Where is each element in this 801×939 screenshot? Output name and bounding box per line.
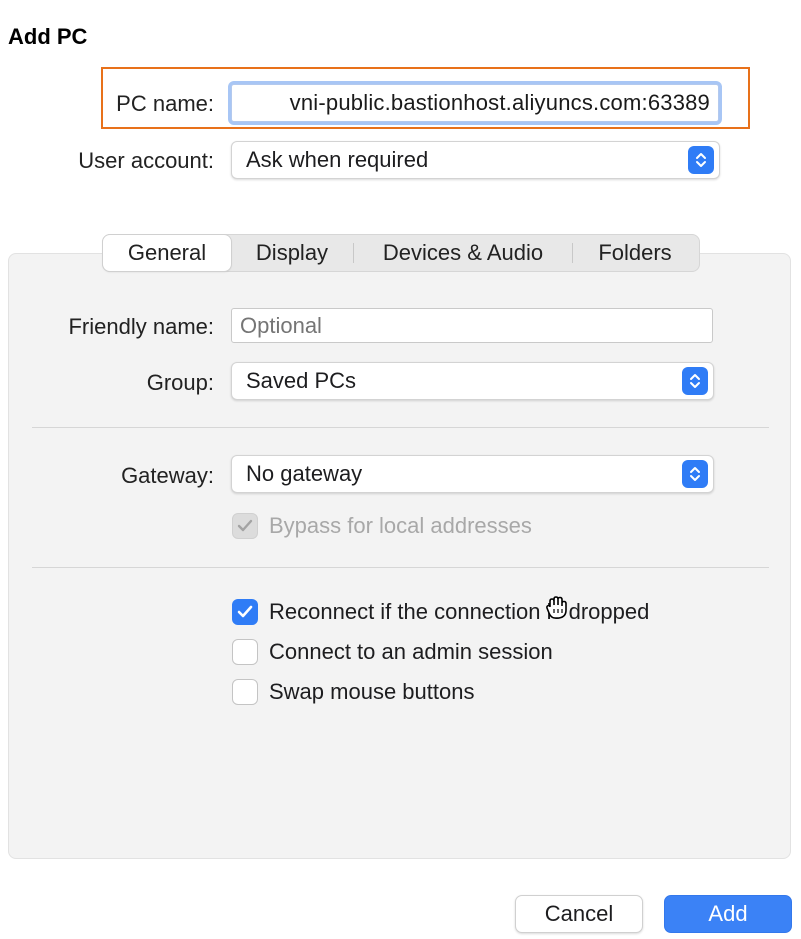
checkmark-icon (237, 519, 253, 532)
swap-mouse-label: Swap mouse buttons (269, 679, 475, 704)
group-select[interactable]: Saved PCs (231, 362, 714, 400)
swap-mouse-checkbox-row: Swap mouse buttons (232, 679, 474, 705)
reconnect-label: Reconnect if the connection is dropped (269, 599, 650, 624)
section-divider (32, 427, 769, 428)
bypass-label: Bypass for local addresses (269, 513, 532, 538)
friendly-name-field[interactable] (231, 308, 713, 343)
dialog-title: Add PC (8, 24, 88, 49)
tab-general[interactable]: General (103, 235, 231, 271)
gateway-value: No gateway (246, 461, 363, 486)
reconnect-checkbox-row: Reconnect if the connection is dropped (232, 599, 649, 625)
gateway-select[interactable]: No gateway (231, 455, 714, 493)
admin-session-label: Connect to an admin session (269, 639, 553, 664)
hand-cursor-icon (546, 596, 567, 619)
section-divider (32, 567, 769, 568)
user-account-select[interactable]: Ask when required (231, 141, 720, 179)
chevron-updown-icon (682, 367, 708, 395)
settings-pane (8, 253, 791, 859)
swap-mouse-checkbox[interactable] (232, 679, 258, 705)
chevron-updown-icon (688, 146, 714, 174)
user-account-label: User account: (78, 148, 214, 173)
pc-name-label: PC name: (116, 91, 214, 116)
pc-name-field[interactable]: vni-public.bastionhost.aliyuncs.com:6338… (231, 84, 719, 122)
tab-bar: General Display Devices & Audio Folders (102, 234, 700, 272)
checkmark-icon (237, 605, 253, 618)
group-value: Saved PCs (246, 368, 357, 393)
admin-session-checkbox-row: Connect to an admin session (232, 639, 553, 665)
tab-display[interactable]: Display (231, 235, 353, 271)
friendly-name-label: Friendly name: (68, 314, 214, 339)
user-account-value: Ask when required (246, 147, 429, 172)
bypass-checkbox[interactable] (232, 513, 258, 539)
tab-devices-audio[interactable]: Devices & Audio (354, 235, 572, 271)
gateway-label: Gateway: (121, 463, 214, 488)
add-button[interactable]: Add (664, 895, 792, 933)
group-label: Group: (146, 370, 214, 395)
tab-folders[interactable]: Folders (573, 235, 697, 271)
pc-name-value: vni-public.bastionhost.aliyuncs.com:6338… (289, 90, 710, 115)
admin-session-checkbox[interactable] (232, 639, 258, 665)
cancel-button[interactable]: Cancel (515, 895, 643, 933)
reconnect-checkbox[interactable] (232, 599, 258, 625)
chevron-updown-icon (682, 460, 708, 488)
bypass-checkbox-row: Bypass for local addresses (232, 513, 532, 539)
